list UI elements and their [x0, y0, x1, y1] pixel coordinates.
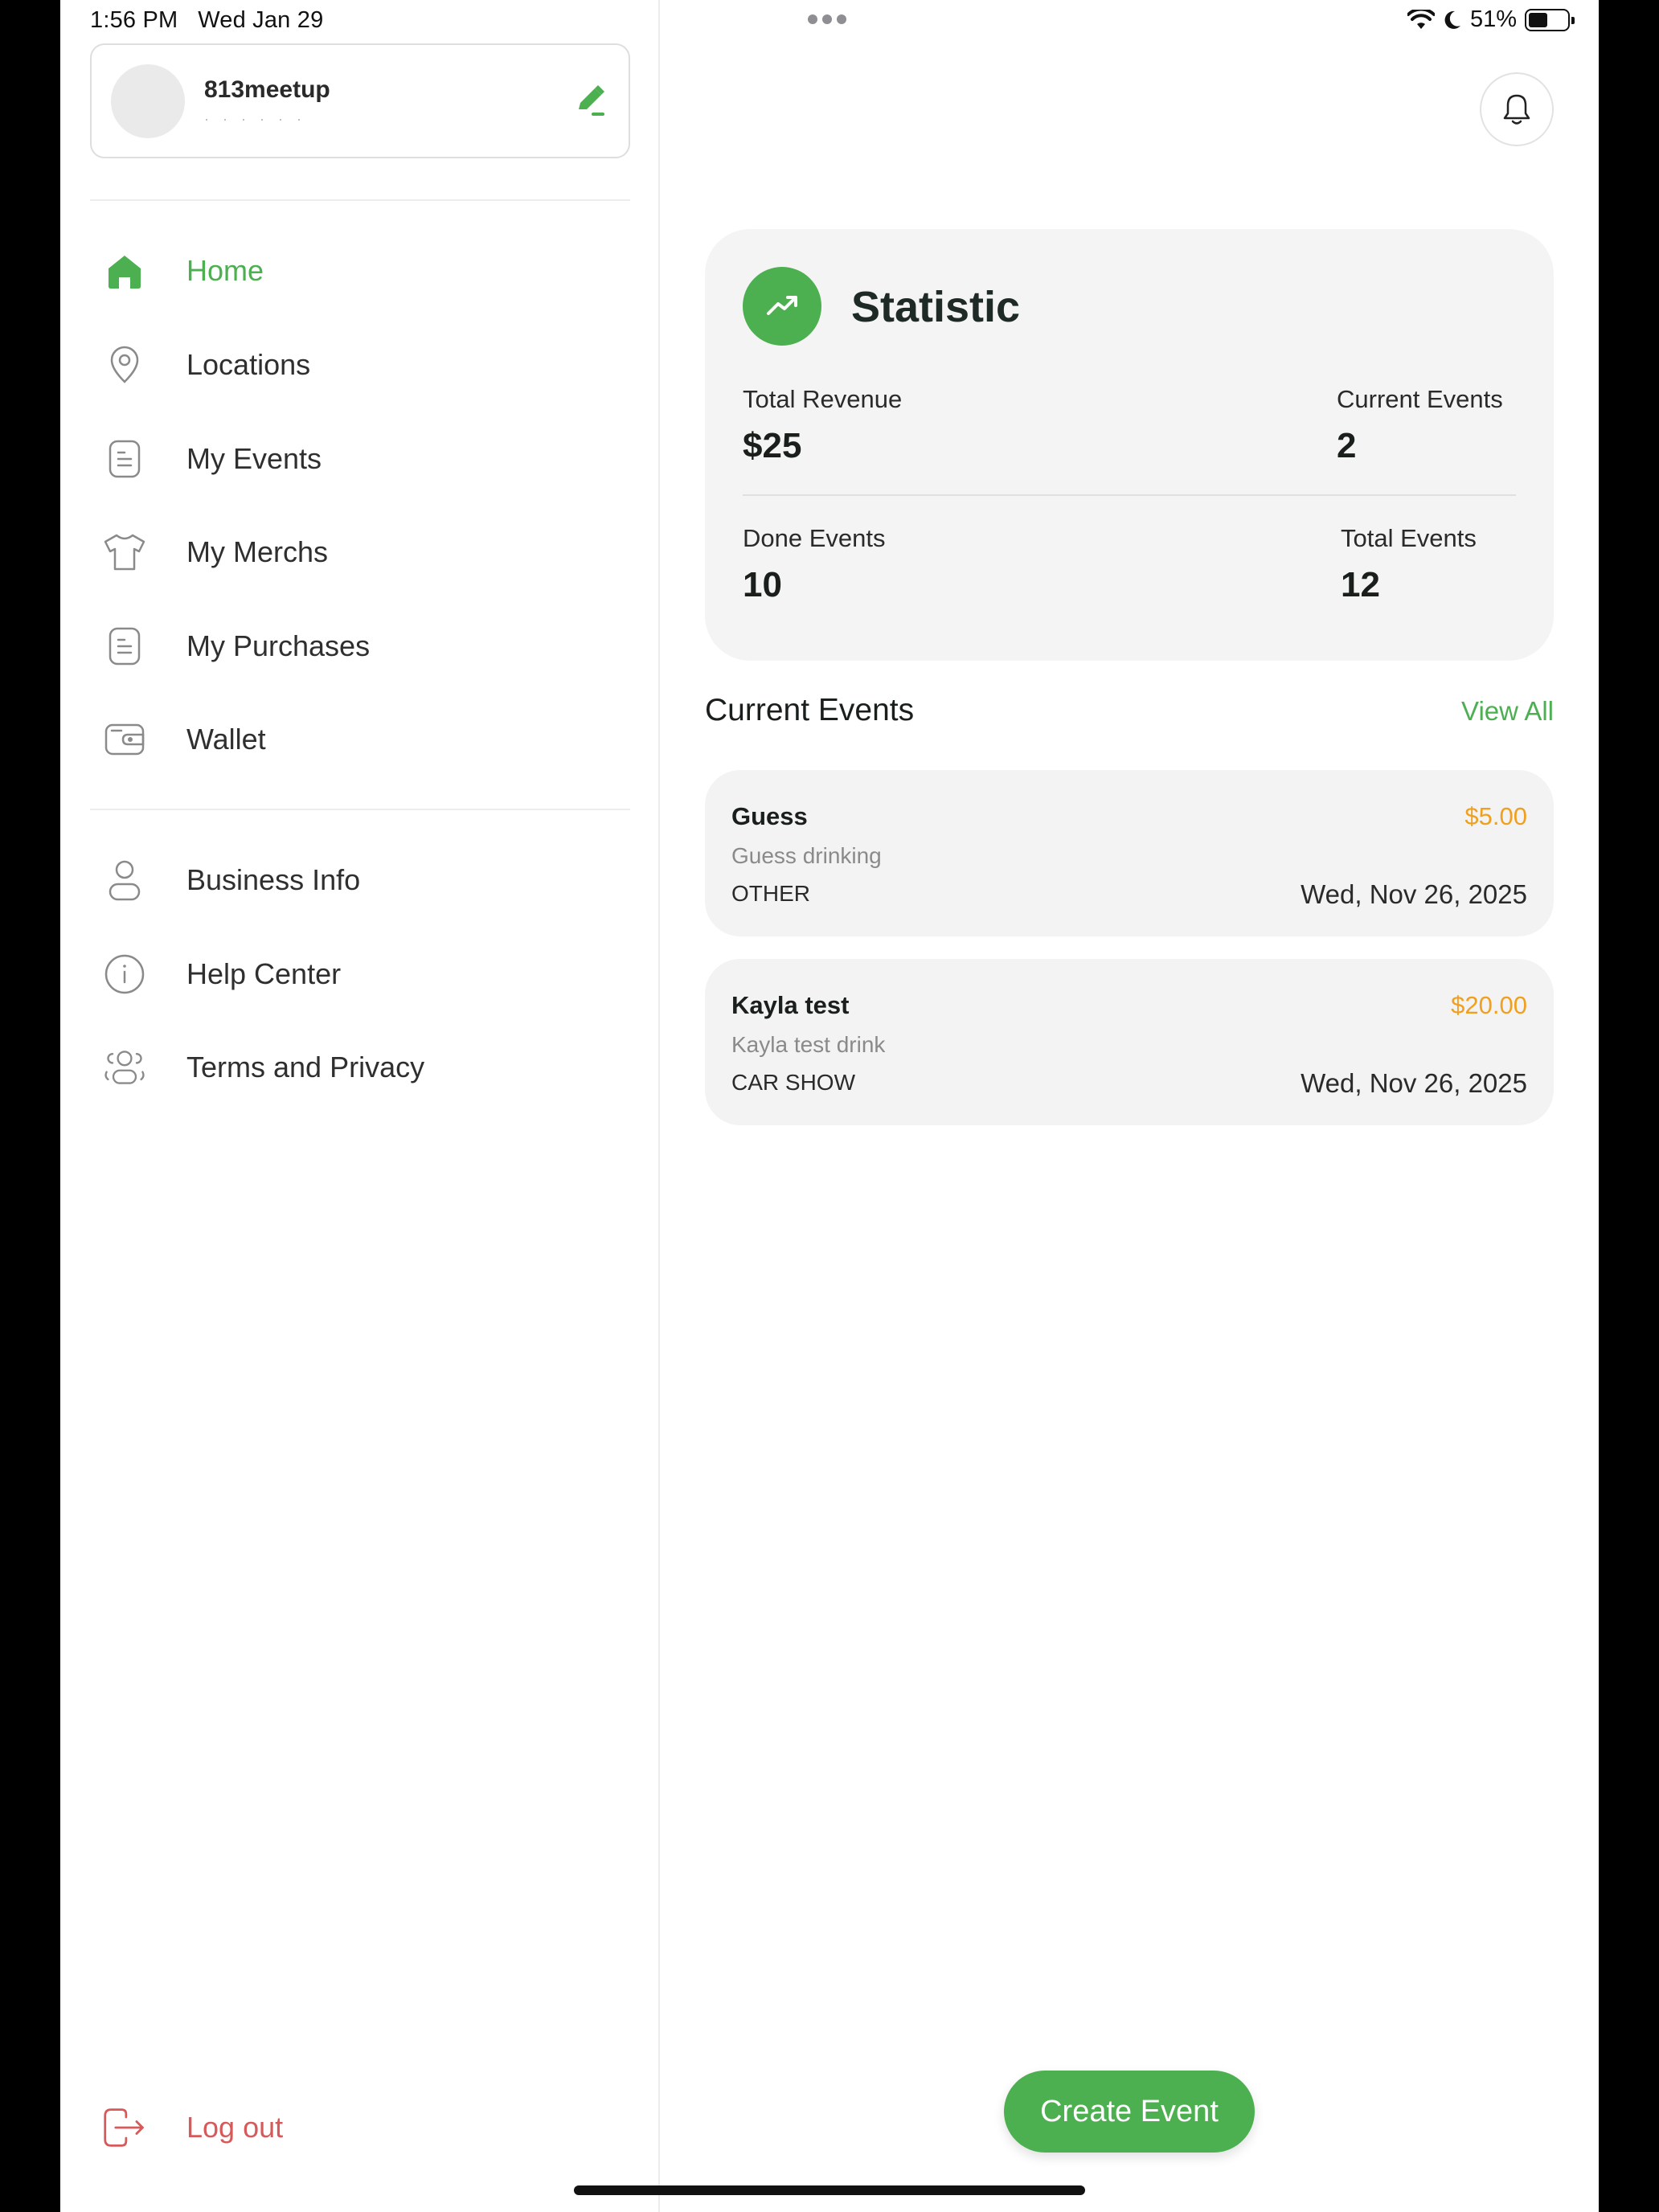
profile-card[interactable]: 813meetup · · · · · ·: [90, 43, 630, 158]
ipad-screen: 1:56 PM Wed Jan 29 51% 813meetup · · · ·…: [60, 0, 1599, 2212]
event-price: $5.00: [1464, 802, 1527, 830]
tshirt-icon: [102, 530, 147, 575]
done-events-value: 10: [743, 565, 782, 604]
document-icon: [102, 436, 147, 481]
sidebar-item-wallet[interactable]: Wallet: [102, 707, 616, 772]
pencil-icon: [579, 85, 604, 116]
location-pin-icon: [102, 342, 147, 387]
home-icon: [102, 248, 147, 293]
sidebar-item-label: Terms and Privacy: [186, 1051, 425, 1083]
statistic-divider: [743, 494, 1516, 496]
sidebar-item-business-info[interactable]: Business Info: [102, 848, 616, 912]
trending-up-icon: [743, 267, 821, 346]
sidebar-item-help-center[interactable]: Help Center: [102, 942, 616, 1006]
logout-icon: [102, 2105, 147, 2150]
sidebar-item-home[interactable]: Home: [102, 239, 616, 303]
event-category: OTHER: [731, 881, 810, 906]
receipt-icon: [102, 624, 147, 669]
sidebar: 813meetup · · · · · · Home Locations My …: [60, 0, 660, 2212]
main-content: Statistic Total Revenue $25 Current Even…: [660, 0, 1599, 2212]
event-card[interactable]: Guess $5.00 Guess drinking OTHER Wed, No…: [705, 770, 1554, 936]
bell-icon: [1503, 94, 1530, 125]
total-events-label: Total Events: [1341, 524, 1477, 552]
profile-subtitle: · · · · · ·: [204, 111, 306, 127]
sidebar-item-label: Business Info: [186, 863, 361, 896]
done-events-label: Done Events: [743, 524, 886, 552]
home-indicator[interactable]: [574, 2185, 1085, 2195]
info-icon: [102, 952, 147, 997]
edit-profile-button[interactable]: [572, 82, 609, 119]
event-description: Kayla test drink: [731, 1032, 886, 1057]
sidebar-item-my-purchases[interactable]: My Purchases: [102, 614, 616, 678]
total-revenue-value: $25: [743, 426, 802, 465]
event-price: $20.00: [1451, 991, 1527, 1019]
total-revenue-label: Total Revenue: [743, 385, 903, 413]
user-icon: [102, 858, 147, 903]
create-event-button[interactable]: Create Event: [1004, 2071, 1255, 2153]
users-group-icon: [102, 1045, 147, 1090]
sidebar-item-label: Locations: [186, 348, 311, 381]
sidebar-item-label: My Purchases: [186, 629, 371, 662]
sidebar-item-label: My Merchs: [186, 535, 329, 568]
current-events-value: 2: [1337, 426, 1357, 465]
event-date: Wed, Nov 26, 2025: [1301, 1068, 1527, 1098]
sidebar-item-label: My Events: [186, 442, 322, 475]
current-events-heading: Current Events: [705, 693, 915, 727]
event-title: Kayla test: [731, 991, 850, 1019]
statistic-card: Statistic Total Revenue $25 Current Even…: [705, 229, 1554, 661]
notifications-button[interactable]: [1480, 72, 1554, 146]
event-title: Guess: [731, 802, 808, 830]
event-category: CAR SHOW: [731, 1070, 855, 1095]
sidebar-item-label: Home: [186, 254, 264, 287]
sidebar-item-my-merchs[interactable]: My Merchs: [102, 520, 616, 584]
wallet-icon: [102, 717, 147, 762]
sidebar-item-terms-privacy[interactable]: Terms and Privacy: [102, 1035, 616, 1100]
sidebar-item-label: Wallet: [186, 723, 266, 756]
sidebar-divider: [90, 199, 630, 201]
view-all-link[interactable]: View All: [1461, 696, 1554, 727]
sidebar-divider: [90, 809, 630, 810]
total-events-value: 12: [1341, 565, 1380, 604]
sidebar-item-locations[interactable]: Locations: [102, 333, 616, 397]
event-card[interactable]: Kayla test $20.00 Kayla test drink CAR S…: [705, 959, 1554, 1125]
sidebar-item-my-events[interactable]: My Events: [102, 427, 616, 491]
event-date: Wed, Nov 26, 2025: [1301, 879, 1527, 909]
logout-label: Log out: [186, 2111, 284, 2144]
logout-button[interactable]: Log out: [102, 2095, 616, 2160]
event-description: Guess drinking: [731, 843, 882, 868]
statistic-title: Statistic: [851, 283, 1021, 331]
avatar: [111, 64, 185, 138]
profile-name: 813meetup: [204, 76, 330, 103]
sidebar-item-label: Help Center: [186, 957, 342, 990]
current-events-label: Current Events: [1337, 385, 1503, 413]
